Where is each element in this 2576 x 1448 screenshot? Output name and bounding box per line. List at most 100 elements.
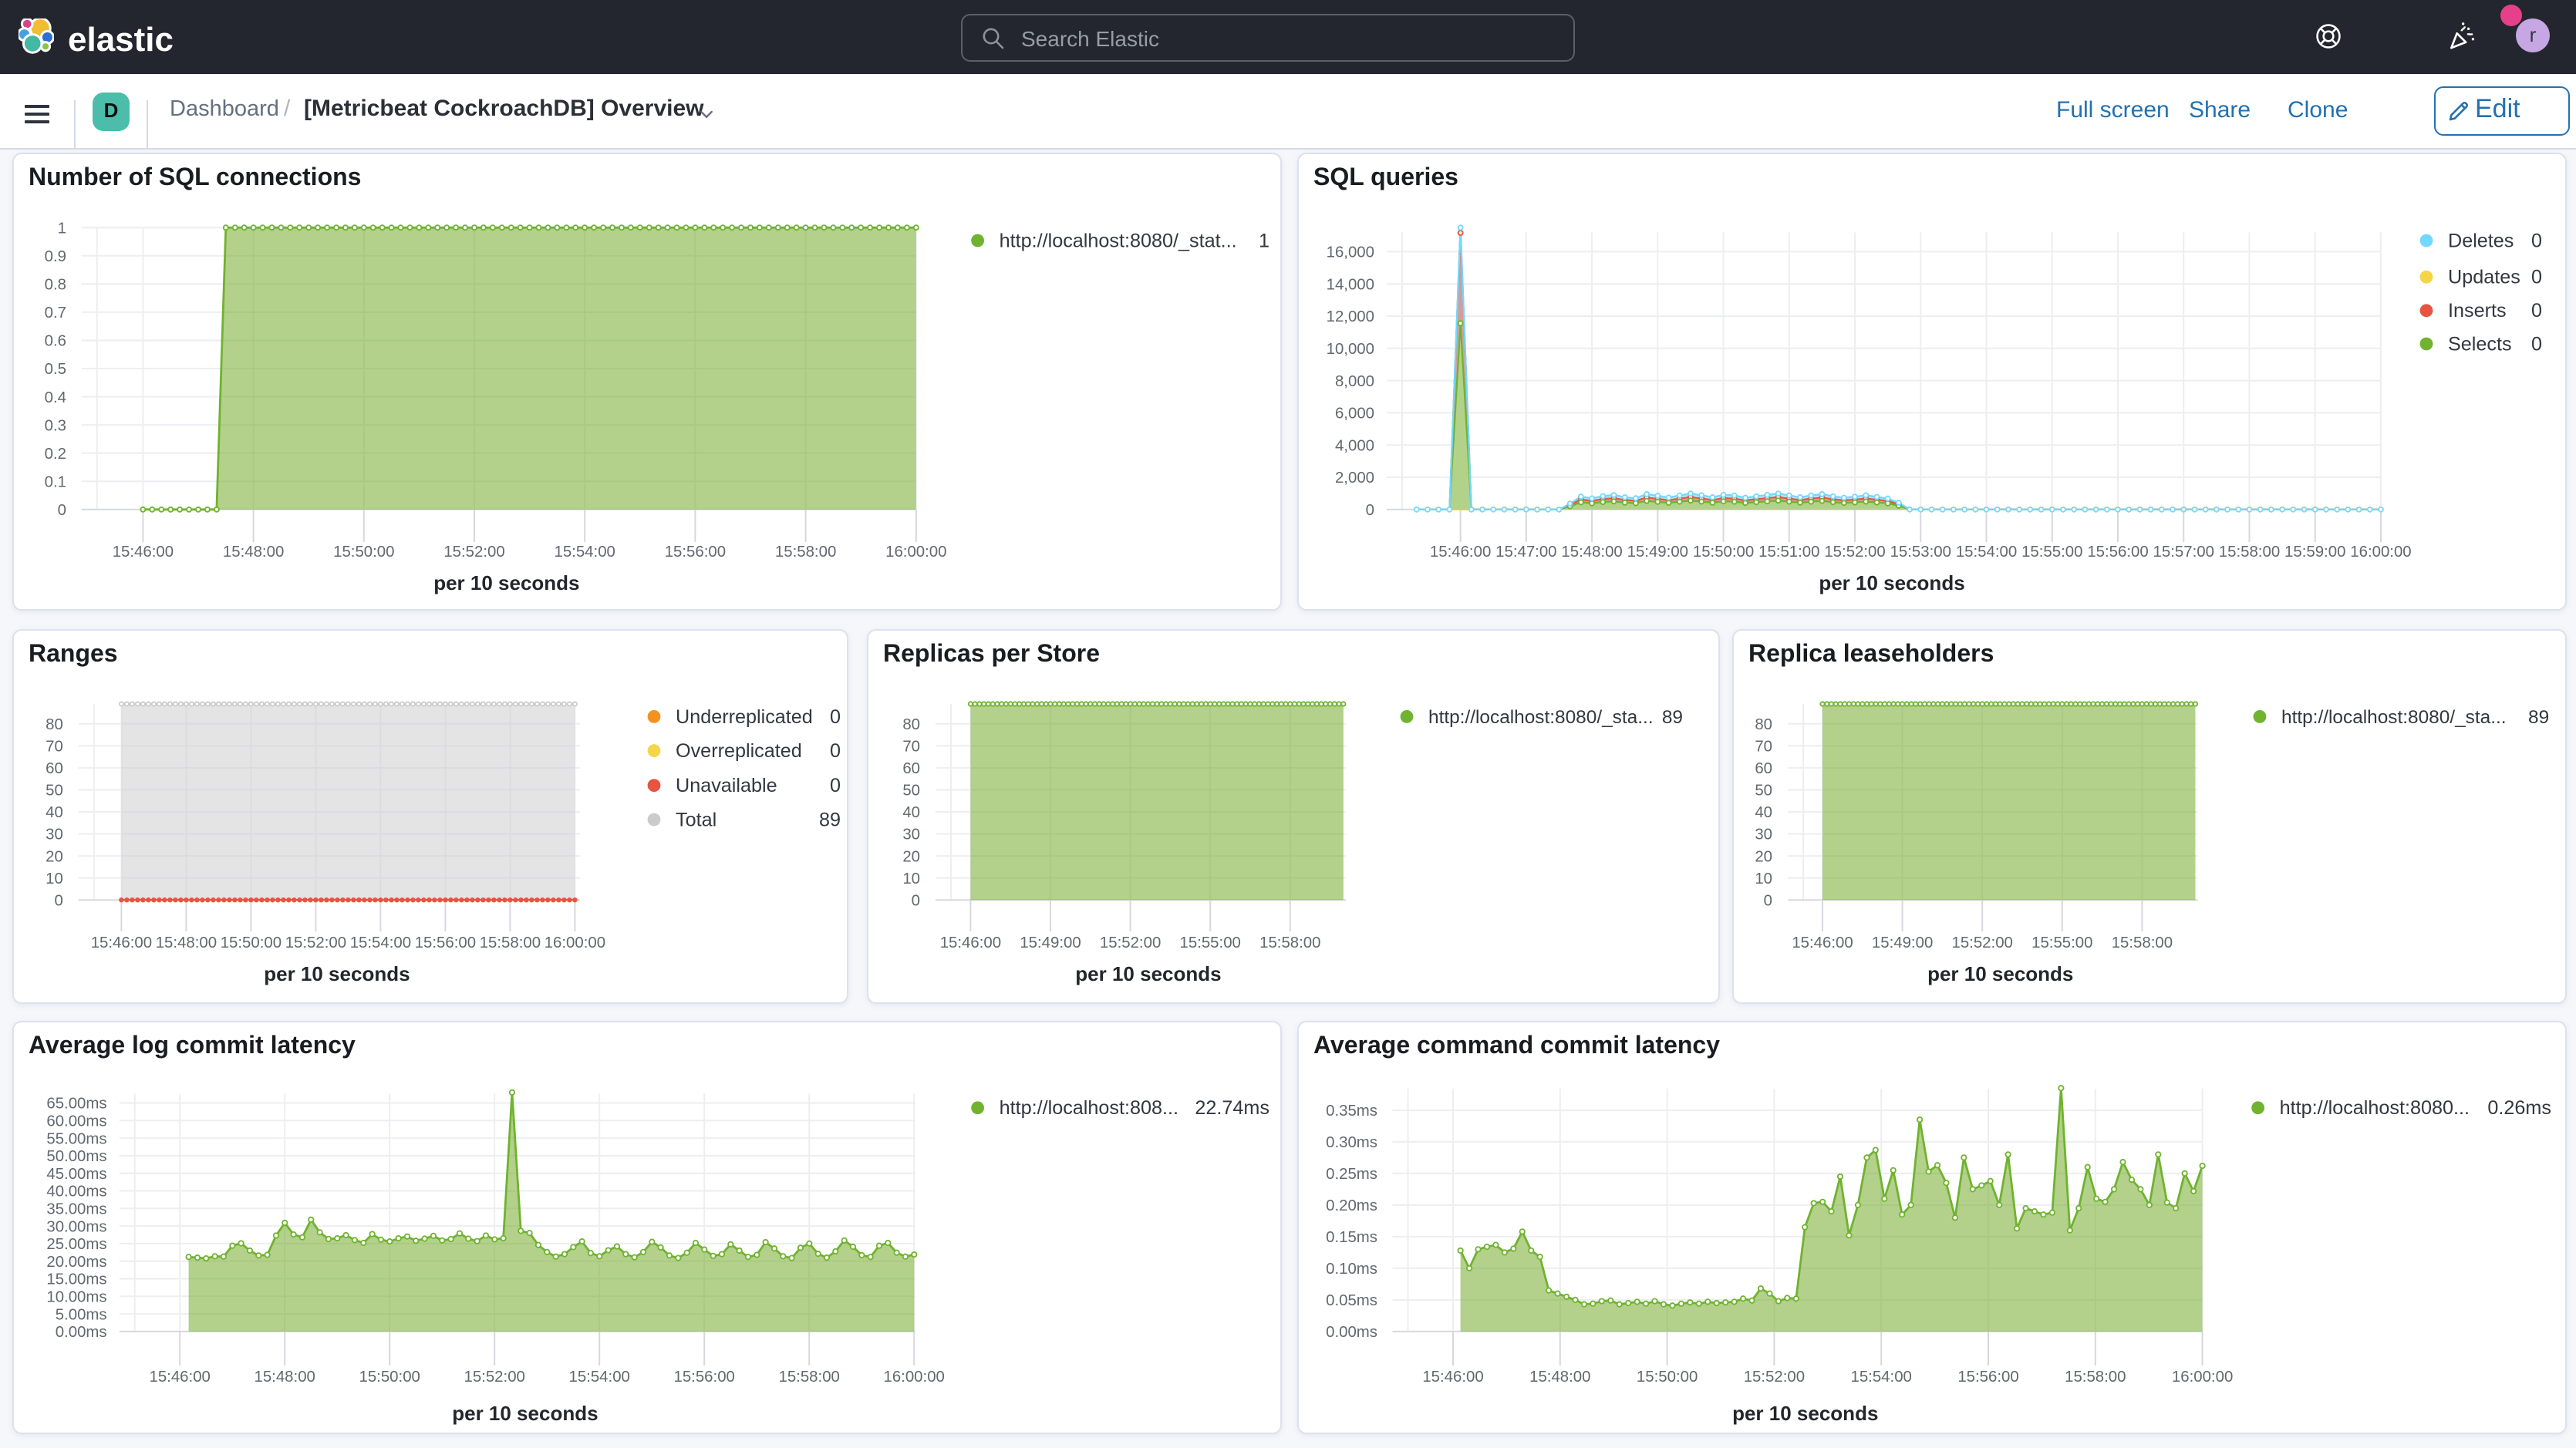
svg-text:0.7: 0.7: [45, 305, 66, 322]
svg-text:15:54:00: 15:54:00: [350, 934, 411, 951]
svg-text:15:52:00: 15:52:00: [285, 934, 346, 951]
svg-text:15:56:00: 15:56:00: [674, 1368, 735, 1385]
svg-text:0.5: 0.5: [45, 361, 66, 378]
svg-text:16:00:00: 16:00:00: [545, 934, 605, 951]
svg-text:15:58:00: 15:58:00: [775, 544, 836, 561]
svg-text:4,000: 4,000: [1335, 437, 1374, 454]
svg-text:15:55:00: 15:55:00: [1180, 934, 1241, 951]
svg-text:15:48:00: 15:48:00: [255, 1368, 315, 1385]
svg-text:12,000: 12,000: [1327, 308, 1374, 325]
svg-text:10.00ms: 10.00ms: [46, 1288, 106, 1305]
svg-text:http://localhost:8080/_sta...: http://localhost:8080/_sta...: [2281, 706, 2507, 727]
svg-text:0: 0: [830, 739, 841, 761]
svg-text:15:49:00: 15:49:00: [1627, 544, 1688, 561]
svg-text:15:57:00: 15:57:00: [2153, 544, 2214, 561]
svg-text:15:52:00: 15:52:00: [1824, 544, 1885, 561]
svg-text:15:58:00: 15:58:00: [2219, 544, 2280, 561]
svg-text:50: 50: [902, 782, 920, 799]
svg-text:50.00ms: 50.00ms: [46, 1147, 106, 1164]
svg-text:0.15ms: 0.15ms: [1326, 1228, 1377, 1245]
svg-text:0: 0: [1764, 891, 1772, 908]
svg-text:0: 0: [54, 891, 62, 908]
svg-text:15:53:00: 15:53:00: [1890, 544, 1951, 561]
svg-text:80: 80: [1755, 716, 1772, 732]
svg-text:16:00:00: 16:00:00: [2172, 1368, 2233, 1385]
svg-text:89: 89: [819, 808, 841, 830]
svg-text:15:48:00: 15:48:00: [1529, 1368, 1590, 1385]
svg-text:1: 1: [1259, 230, 1269, 251]
svg-text:15:56:00: 15:56:00: [1957, 1368, 2018, 1385]
svg-text:15:54:00: 15:54:00: [555, 544, 615, 561]
svg-text:15:46:00: 15:46:00: [113, 544, 174, 561]
svg-text:16,000: 16,000: [1327, 244, 1374, 261]
svg-text:89: 89: [1662, 706, 1683, 727]
svg-text:15:58:00: 15:58:00: [1259, 934, 1320, 951]
svg-text:15:58:00: 15:58:00: [779, 1368, 840, 1385]
svg-text:Average command commit latency: Average command commit latency: [1313, 1030, 1720, 1058]
svg-text:60: 60: [902, 759, 920, 776]
svg-text:15:52:00: 15:52:00: [1744, 1368, 1805, 1385]
svg-text:0: 0: [2531, 333, 2542, 355]
svg-text:40: 40: [902, 803, 920, 820]
svg-text:15:54:00: 15:54:00: [569, 1368, 630, 1385]
svg-text:80: 80: [46, 716, 63, 732]
svg-text:0: 0: [2531, 300, 2542, 322]
svg-text:30: 30: [1755, 826, 1772, 843]
svg-text:0.6: 0.6: [45, 333, 66, 350]
svg-text:Average log commit latency: Average log commit latency: [29, 1030, 356, 1058]
svg-text:15:49:00: 15:49:00: [1020, 934, 1081, 951]
svg-text:15:50:00: 15:50:00: [359, 1368, 420, 1385]
svg-text:15:55:00: 15:55:00: [2031, 934, 2092, 951]
svg-text:15:50:00: 15:50:00: [221, 934, 282, 951]
svg-text:15:56:00: 15:56:00: [415, 934, 476, 951]
svg-text:2,000: 2,000: [1335, 470, 1374, 487]
svg-text:Ranges: Ranges: [29, 638, 118, 666]
svg-text:0.4: 0.4: [45, 389, 66, 406]
svg-text:0: 0: [1366, 502, 1374, 519]
svg-text:per 10 seconds: per 10 seconds: [1732, 1401, 1878, 1424]
svg-text:Total: Total: [676, 808, 716, 830]
svg-text:15:58:00: 15:58:00: [480, 934, 541, 951]
svg-text:70: 70: [46, 737, 63, 754]
svg-text:http://localhost:808...: http://localhost:808...: [1000, 1096, 1178, 1118]
svg-text:60.00ms: 60.00ms: [46, 1113, 106, 1130]
svg-text:SQL queries: SQL queries: [1313, 163, 1458, 190]
svg-text:0.25ms: 0.25ms: [1326, 1165, 1377, 1182]
svg-text:6,000: 6,000: [1335, 406, 1374, 423]
svg-text:30.00ms: 30.00ms: [46, 1217, 106, 1234]
svg-text:15:48:00: 15:48:00: [223, 544, 284, 561]
svg-text:16:00:00: 16:00:00: [885, 544, 946, 561]
svg-text:per 10 seconds: per 10 seconds: [433, 571, 579, 594]
svg-text:20: 20: [46, 847, 63, 864]
svg-text:0: 0: [830, 705, 841, 727]
svg-text:Number of SQL connections: Number of SQL connections: [29, 163, 361, 190]
svg-text:0.26ms: 0.26ms: [2487, 1096, 2551, 1118]
svg-text:0.8: 0.8: [45, 277, 66, 294]
svg-text:80: 80: [902, 716, 920, 732]
svg-text:15:52:00: 15:52:00: [1100, 934, 1161, 951]
svg-text:0.9: 0.9: [45, 248, 66, 265]
svg-text:89: 89: [2528, 706, 2549, 727]
svg-text:1: 1: [58, 220, 66, 237]
svg-text:15:49:00: 15:49:00: [1872, 934, 1933, 951]
svg-text:15.00ms: 15.00ms: [46, 1271, 106, 1288]
svg-text:60: 60: [46, 759, 63, 776]
svg-text:70: 70: [902, 737, 920, 754]
svg-text:50: 50: [1755, 782, 1772, 799]
svg-text:15:46:00: 15:46:00: [1430, 544, 1491, 561]
svg-text:65.00ms: 65.00ms: [46, 1095, 106, 1112]
svg-text:per 10 seconds: per 10 seconds: [1927, 961, 2073, 985]
svg-text:40: 40: [46, 803, 63, 820]
svg-text:Deletes: Deletes: [2448, 230, 2514, 251]
svg-text:0.20ms: 0.20ms: [1326, 1197, 1377, 1214]
svg-text:0: 0: [2531, 267, 2542, 288]
svg-text:0.00ms: 0.00ms: [1326, 1323, 1377, 1340]
svg-text:15:52:00: 15:52:00: [1952, 934, 2013, 951]
svg-text:15:51:00: 15:51:00: [1758, 544, 1819, 561]
svg-text:10: 10: [902, 870, 920, 887]
svg-text:0.00ms: 0.00ms: [56, 1323, 107, 1340]
svg-text:15:48:00: 15:48:00: [156, 934, 217, 951]
svg-text:0: 0: [830, 774, 841, 796]
svg-text:15:54:00: 15:54:00: [1851, 1368, 1912, 1385]
svg-text:0.05ms: 0.05ms: [1326, 1291, 1377, 1308]
